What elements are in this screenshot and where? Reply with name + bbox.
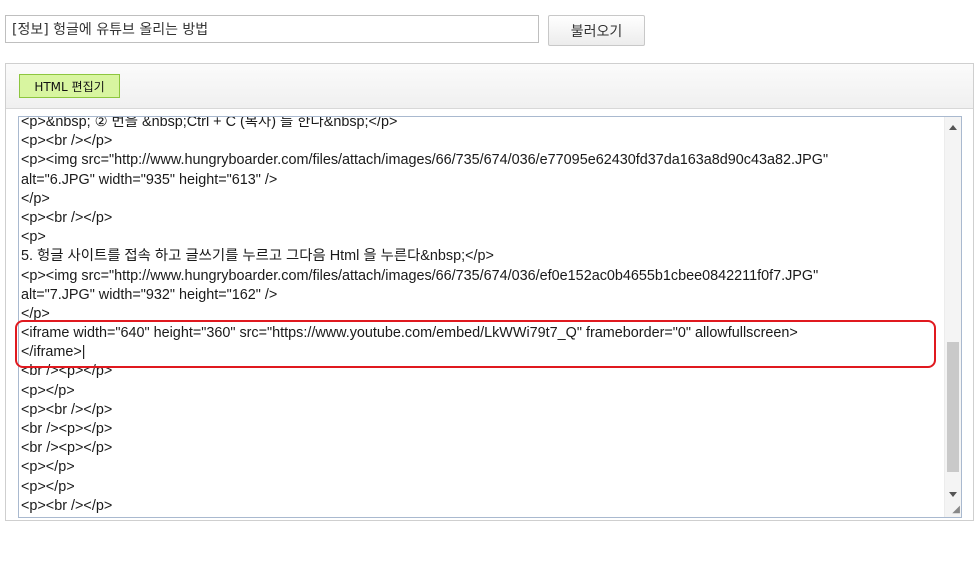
code-line: <p> xyxy=(21,229,46,246)
code-line: <p></p> xyxy=(21,382,75,399)
scroll-up-arrow-icon[interactable] xyxy=(949,125,957,130)
code-line: <p></p> xyxy=(21,459,75,476)
code-line: <iframe width="640" height="360" src="ht… xyxy=(21,325,798,342)
editor-toolbar: HTML 편집기 xyxy=(6,64,973,109)
html-editor-tab[interactable]: HTML 편집기 xyxy=(19,74,120,98)
scroll-down-arrow-icon[interactable] xyxy=(949,492,957,497)
load-button[interactable]: 불러오기 xyxy=(548,15,645,46)
code-line: </iframe>| xyxy=(21,344,86,361)
code-line: alt="7.JPG" width="932" height="162" /> xyxy=(21,286,278,303)
html-code-textarea[interactable]: <p>&nbsp; ② 번을 &nbsp;Ctrl + C (복사) 를 한다&… xyxy=(18,116,962,518)
code-line: <p><img src="http://www.hungryboarder.co… xyxy=(21,152,829,169)
code-line: <p><br /></p> xyxy=(21,209,113,226)
code-line: </p> xyxy=(21,305,50,322)
code-line: <br /><p></p> xyxy=(21,421,113,437)
code-line: <br /><p></p> xyxy=(21,363,113,380)
code-line: <p><br /></p> xyxy=(21,133,113,150)
vertical-scrollbar[interactable] xyxy=(944,117,961,517)
code-line: <p></p> xyxy=(21,478,75,495)
code-line: <p><br /></p> xyxy=(21,401,113,418)
scrollbar-thumb[interactable] xyxy=(947,342,959,472)
post-title-input[interactable] xyxy=(5,15,539,43)
code-line: </p> xyxy=(21,190,50,207)
code-line: <p><br /></p> xyxy=(21,497,113,514)
code-line: <br /><p></p> xyxy=(21,440,113,457)
code-line: <p>&nbsp; ② 번을 &nbsp;Ctrl + C (복사) 를 한다&… xyxy=(21,116,398,130)
code-line: 5. 헝글 사이트를 접속 하고 글쓰기를 누르고 그다음 Html 을 누른다… xyxy=(21,248,494,265)
resize-grip-icon[interactable]: ◢ xyxy=(948,504,960,516)
code-line: <p><img src="http://www.hungryboarder.co… xyxy=(21,267,819,284)
html-code-content[interactable]: <p>&nbsp; ② 번을 &nbsp;Ctrl + C (복사) 를 한다&… xyxy=(19,116,947,516)
editor-panel: HTML 편집기 <p>&nbsp; ② 번을 &nbsp;Ctrl + C (… xyxy=(5,63,974,521)
code-line: alt="6.JPG" width="935" height="613" /> xyxy=(21,171,278,188)
